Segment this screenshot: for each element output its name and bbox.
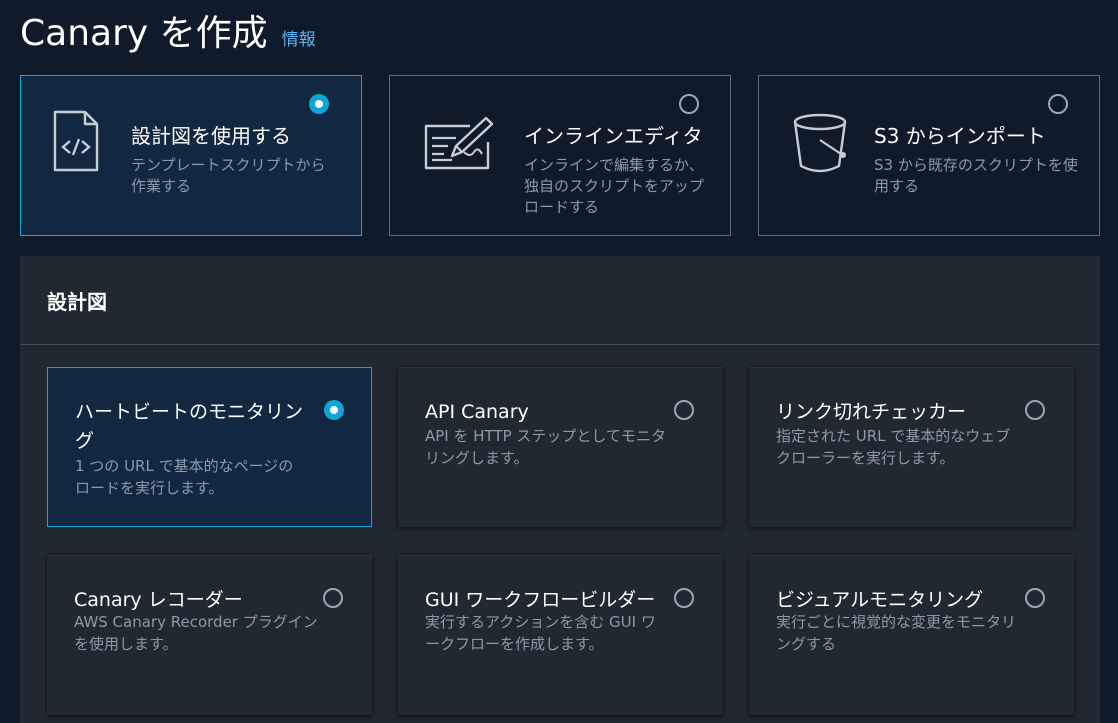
method-radio-blueprint[interactable]: [309, 94, 329, 114]
blueprint-card-canary-recorder[interactable]: Canary レコーダー AWS Canary Recorder プラグインを使…: [47, 555, 372, 715]
blueprints-header: 設計図: [20, 256, 1100, 345]
blueprint-card-visual-monitoring[interactable]: ビジュアルモニタリング 実行ごとに視覚的な変更をモニタリングする: [749, 555, 1074, 715]
blueprint-card-heartbeat[interactable]: ハートビートのモニタリング 1 つの URL で基本的なページのロードを実行しま…: [47, 367, 372, 527]
page-header: Canary を作成 情報: [20, 4, 316, 56]
method-radio-inline-editor[interactable]: [679, 94, 699, 114]
blueprint-description: 実行するアクションを含む GUI ワークフローを作成します。: [425, 613, 656, 653]
blueprints-panel: 設計図 ハートビートのモニタリング 1 つの URL で基本的なページのロードを…: [20, 256, 1100, 723]
method-title: 設計図を使用する: [131, 124, 291, 148]
code-file-icon: [51, 110, 101, 178]
method-description: インラインで編集するか、独自のスクリプトをアップロードする: [524, 156, 705, 216]
info-link[interactable]: 情報: [282, 25, 316, 50]
blueprint-radio-visual-monitoring[interactable]: [1025, 588, 1045, 608]
method-description: テンプレートスクリプトから作業する: [131, 156, 326, 195]
blueprint-radio-heartbeat[interactable]: [324, 400, 344, 420]
blueprints-heading: 設計図: [47, 290, 107, 314]
blueprint-radio-api-canary[interactable]: [674, 400, 694, 420]
blueprint-radio-canary-recorder[interactable]: [323, 588, 343, 608]
blueprint-description: 指定された URL で基本的なウェブクローラーを実行します。: [776, 427, 1011, 467]
blueprint-description: AWS Canary Recorder プラグインを使用します。: [74, 613, 318, 653]
blueprint-description: API を HTTP ステップとしてモニタリングします。: [425, 427, 666, 467]
blueprint-description: 1 つの URL で基本的なページのロードを実行します。: [75, 457, 294, 497]
blueprint-radio-gui-workflow-builder[interactable]: [674, 588, 694, 608]
bucket-icon: [791, 112, 849, 178]
blueprint-title: リンク切れチェッカー: [776, 401, 967, 423]
blueprint-card-broken-link-checker[interactable]: リンク切れチェッカー 指定された URL で基本的なウェブクローラーを実行します…: [749, 367, 1074, 527]
page-title: Canary を作成: [20, 13, 268, 54]
blueprint-description: 実行ごとに視覚的な変更をモニタリングする: [776, 613, 1017, 653]
blueprint-card-gui-workflow-builder[interactable]: GUI ワークフロービルダー 実行するアクションを含む GUI ワークフローを作…: [398, 555, 723, 715]
method-tile-inline-editor[interactable]: インラインエディタ インラインで編集するか、独自のスクリプトをアップロードする: [389, 75, 731, 236]
method-title: インラインエディタ: [524, 124, 703, 148]
blueprint-radio-broken-link-checker[interactable]: [1025, 400, 1045, 420]
method-tile-blueprint[interactable]: 設計図を使用する テンプレートスクリプトから作業する: [20, 75, 362, 236]
blueprint-card-api-canary[interactable]: API Canary API を HTTP ステップとしてモニタリングします。: [398, 367, 723, 527]
blueprint-title: API Canary: [425, 401, 529, 423]
blueprint-title: ハートビートのモニタリング: [75, 401, 304, 452]
method-description: S3 から既存のスクリプトを使用する: [874, 156, 1078, 195]
editor-pen-icon: [422, 112, 498, 176]
method-radio-s3-import[interactable]: [1048, 94, 1068, 114]
method-title: S3 からインポート: [874, 124, 1046, 148]
method-tile-s3-import[interactable]: S3 からインポート S3 から既存のスクリプトを使用する: [758, 75, 1100, 236]
